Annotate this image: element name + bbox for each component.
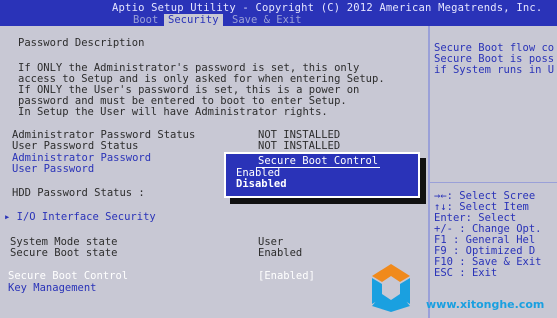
hdd-password-status-label: HDD Password Status :	[12, 187, 145, 199]
user-password-item[interactable]: User Password	[12, 163, 94, 175]
description-line: In Setup the User will have Administrato…	[18, 106, 328, 118]
popup-option-disabled[interactable]: Disabled	[236, 178, 287, 190]
tab-security[interactable]: Security	[164, 14, 223, 26]
help-divider	[430, 182, 557, 183]
watermark-url: www.xitonghe.com	[426, 298, 545, 311]
key-management-item[interactable]: Key Management	[8, 282, 97, 294]
window-title: Aptio Setup Utility - Copyright (C) 2012…	[112, 2, 543, 14]
io-interface-security-item[interactable]: ▸ I/O Interface Security	[4, 211, 156, 223]
user-password-status-value: NOT INSTALLED	[258, 140, 341, 152]
secure-boot-state-value: Enabled	[258, 247, 303, 259]
section-title: Password Description	[18, 37, 145, 49]
secure-boot-control-value[interactable]: [Enabled]	[258, 270, 315, 282]
watermark-logo-icon	[372, 264, 410, 312]
secure-boot-control-popup: Secure Boot Control Enabled Disabled	[224, 152, 420, 198]
watermark: www.xitonghe.com	[360, 262, 550, 314]
tab-boot[interactable]: Boot	[133, 14, 158, 26]
secure-boot-control-item[interactable]: Secure Boot Control	[8, 270, 128, 282]
secure-boot-state-label: Secure Boot state	[10, 247, 118, 259]
user-password-status-label: User Password Status	[12, 140, 139, 152]
tab-row: Boot Security Save & Exit	[0, 14, 557, 26]
help-line: if System runs in U	[434, 64, 555, 76]
tab-save-exit[interactable]: Save & Exit	[232, 14, 302, 26]
title-bar: Aptio Setup Utility - Copyright (C) 2012…	[0, 0, 557, 26]
